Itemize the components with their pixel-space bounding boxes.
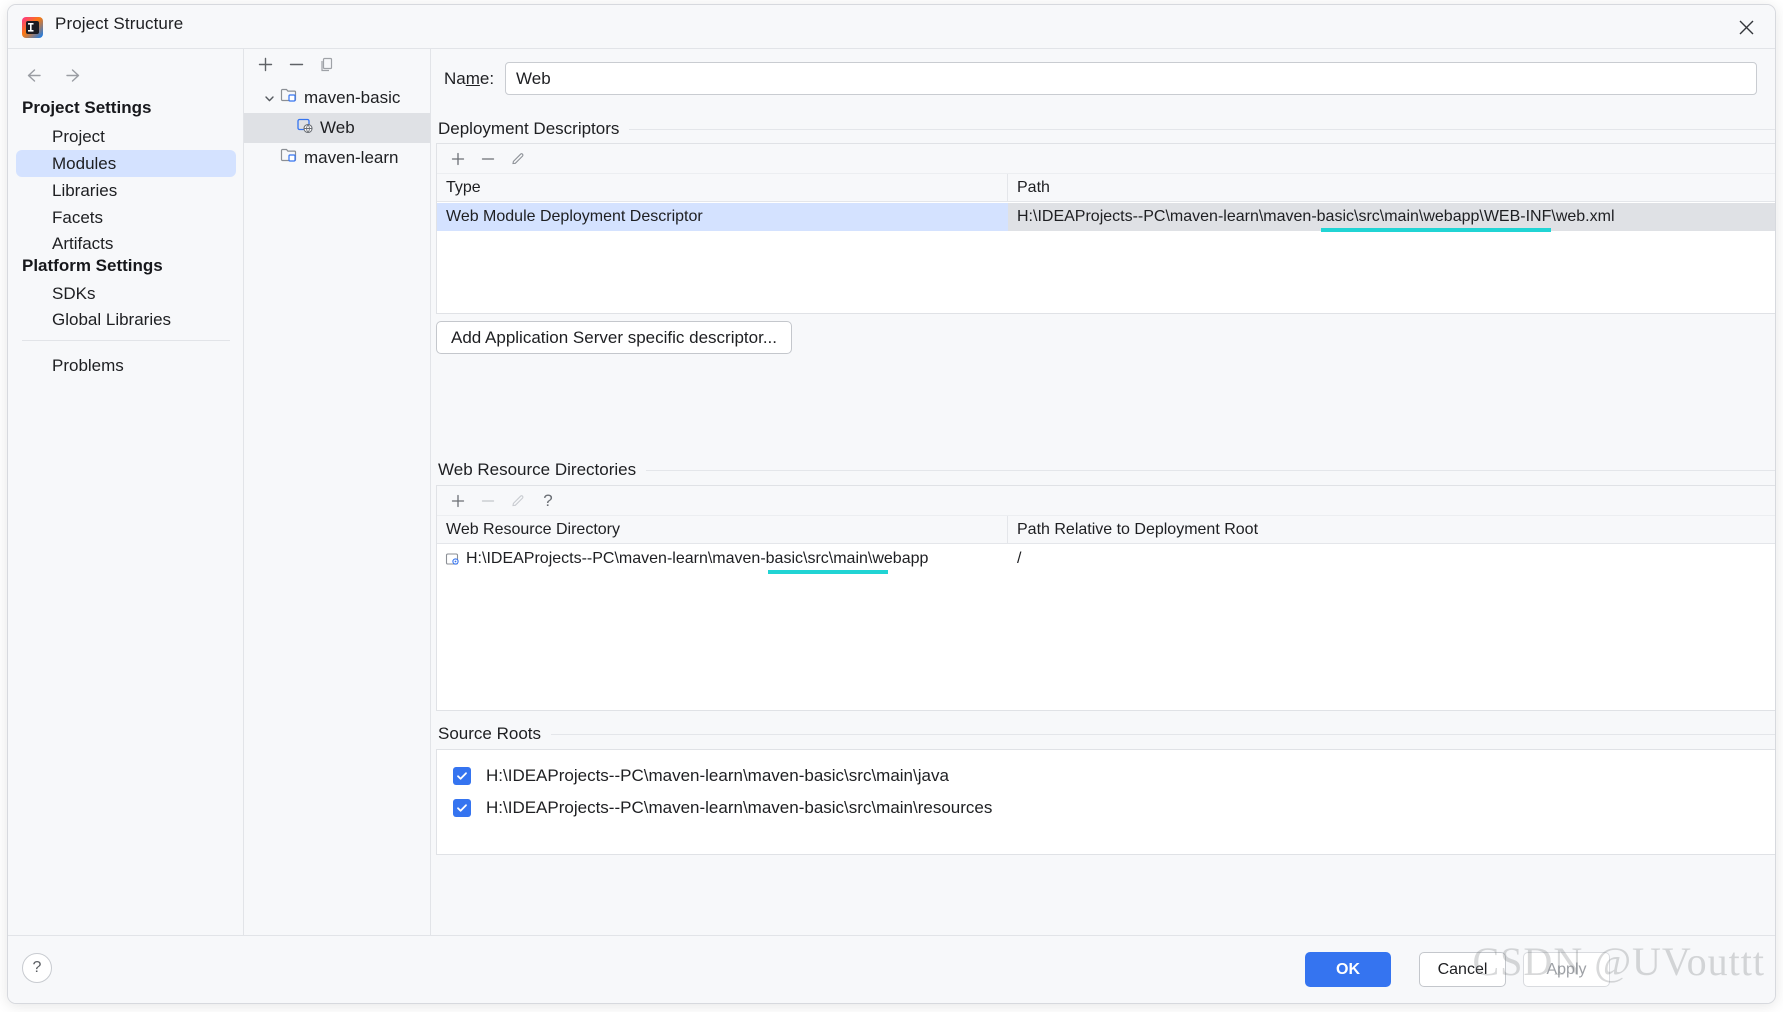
tree-node-maven-learn[interactable]: maven-learn bbox=[244, 143, 430, 173]
table-row[interactable]: Web Module Deployment Descriptor H:\IDEA… bbox=[437, 203, 1775, 231]
tree-node-web[interactable]: Web bbox=[244, 113, 430, 143]
add-module-button[interactable] bbox=[252, 51, 279, 78]
chevron-down-icon[interactable] bbox=[260, 89, 278, 107]
tree-node-label: maven-basic bbox=[304, 88, 401, 107]
column-header-web-resource-directory[interactable]: Web Resource Directory bbox=[437, 516, 1007, 544]
edit-web-resource-button[interactable] bbox=[505, 488, 531, 514]
web-facet-icon bbox=[296, 117, 314, 139]
sidebar-item-problems[interactable]: Problems bbox=[16, 352, 236, 379]
settings-sidebar: Project Settings Project Modules Librari… bbox=[8, 49, 244, 935]
cell-web-resource-directory: H:\IDEAProjects--PC\maven-learn\maven-ba… bbox=[437, 545, 1007, 573]
module-tree-pane: maven-basic Web maven-learn bbox=[244, 49, 431, 935]
heading-rule bbox=[646, 469, 1775, 471]
project-structure-dialog: Project Structure Project Settings Proje… bbox=[7, 4, 1776, 1004]
add-descriptor-button[interactable] bbox=[445, 146, 471, 172]
module-name-input[interactable] bbox=[505, 62, 1757, 95]
sidebar-item-sdks[interactable]: SDKs bbox=[16, 280, 236, 307]
title-bar: Project Structure bbox=[8, 5, 1775, 49]
module-tree-toolbar bbox=[244, 49, 430, 80]
arrow-right-icon[interactable] bbox=[60, 61, 88, 89]
sidebar-group-heading-project-settings: Project Settings bbox=[22, 98, 152, 117]
cell-path: H:\IDEAProjects--PC\maven-learn\maven-ba… bbox=[1008, 203, 1775, 231]
navigation-arrows bbox=[18, 61, 88, 89]
dialog-footer: ? OK Cancel Apply CSDN @UVouttt bbox=[8, 935, 1775, 1003]
deployment-descriptors-heading: Deployment Descriptors bbox=[438, 119, 1775, 139]
remove-module-button[interactable] bbox=[283, 51, 310, 78]
add-web-resource-button[interactable] bbox=[445, 488, 471, 514]
web-resource-directories-header: Web Resource Directory Path Relative to … bbox=[437, 516, 1775, 544]
source-roots-panel: H:\IDEAProjects--PC\maven-learn\maven-ba… bbox=[436, 749, 1775, 855]
column-header-type[interactable]: Type bbox=[437, 174, 1007, 202]
sidebar-group-heading-platform-settings: Platform Settings bbox=[22, 256, 163, 275]
csdn-watermark: CSDN @UVouttt bbox=[1472, 939, 1765, 984]
source-root-label: H:\IDEAProjects--PC\maven-learn\maven-ba… bbox=[486, 766, 949, 785]
sidebar-item-facets[interactable]: Facets bbox=[16, 204, 236, 231]
folder-module-icon bbox=[445, 552, 460, 566]
sidebar-item-artifacts[interactable]: Artifacts bbox=[16, 230, 236, 257]
deployment-descriptors-toolbar bbox=[437, 144, 1775, 174]
cell-type: Web Module Deployment Descriptor bbox=[446, 208, 703, 225]
tree-node-label: Web bbox=[320, 118, 355, 137]
remove-web-resource-button[interactable] bbox=[475, 488, 501, 514]
web-resource-directories-heading: Web Resource Directories bbox=[438, 460, 1775, 480]
sidebar-item-project[interactable]: Project bbox=[16, 123, 236, 150]
window-title: Project Structure bbox=[55, 14, 184, 33]
remove-descriptor-button[interactable] bbox=[475, 146, 501, 172]
add-application-server-descriptor-button[interactable]: Add Application Server specific descript… bbox=[436, 321, 792, 354]
table-row[interactable]: H:\IDEAProjects--PC\maven-learn\maven-ba… bbox=[437, 545, 1775, 573]
tree-node-maven-basic[interactable]: maven-basic bbox=[244, 83, 430, 113]
column-header-path[interactable]: Path bbox=[1008, 174, 1775, 202]
source-root-item[interactable]: H:\IDEAProjects--PC\maven-learn\maven-ba… bbox=[437, 792, 1775, 824]
sidebar-item-global-libraries[interactable]: Global Libraries bbox=[16, 306, 236, 333]
checkbox-checked-icon[interactable] bbox=[453, 799, 471, 817]
help-web-resource-button[interactable]: ? bbox=[535, 488, 561, 514]
deployment-descriptors-header: Type Path bbox=[437, 174, 1775, 202]
highlight-underline-descriptor-path bbox=[1321, 228, 1551, 232]
close-icon[interactable] bbox=[1723, 5, 1769, 49]
deployment-descriptors-title: Deployment Descriptors bbox=[438, 119, 620, 138]
web-resource-directories-title: Web Resource Directories bbox=[438, 460, 637, 479]
sidebar-item-libraries[interactable]: Libraries bbox=[16, 177, 236, 204]
heading-rule bbox=[629, 128, 1775, 130]
question-mark-icon: ? bbox=[543, 490, 553, 510]
module-name-label: Name: bbox=[444, 69, 495, 88]
heading-rule bbox=[551, 733, 1775, 735]
web-resource-directories-panel: ? Web Resource Directory Path Relative t… bbox=[436, 485, 1775, 711]
arrow-left-icon[interactable] bbox=[18, 61, 46, 89]
web-resource-directories-toolbar: ? bbox=[437, 486, 1775, 516]
module-name-row: Name: bbox=[438, 62, 1771, 95]
tree-node-label: maven-learn bbox=[304, 148, 399, 167]
sidebar-item-modules[interactable]: Modules bbox=[16, 150, 236, 177]
cancel-button[interactable]: Cancel bbox=[1419, 952, 1506, 987]
deployment-descriptors-panel: Type Path Web Module Deployment Descript… bbox=[436, 143, 1775, 314]
module-folder-icon bbox=[280, 87, 298, 109]
cell-text: H:\IDEAProjects--PC\maven-learn\maven-ba… bbox=[466, 550, 929, 567]
column-header-path-relative[interactable]: Path Relative to Deployment Root bbox=[1008, 516, 1775, 544]
source-roots-heading: Source Roots bbox=[438, 724, 1775, 744]
module-tree-rows: maven-basic Web maven-learn bbox=[244, 83, 430, 173]
source-roots-title: Source Roots bbox=[438, 724, 541, 743]
help-button[interactable]: ? bbox=[22, 953, 52, 983]
edit-descriptor-button[interactable] bbox=[505, 146, 531, 172]
source-root-label: H:\IDEAProjects--PC\maven-learn\maven-ba… bbox=[486, 798, 993, 817]
module-folder-icon bbox=[280, 147, 298, 169]
intellij-idea-icon bbox=[22, 17, 43, 38]
source-root-item[interactable]: H:\IDEAProjects--PC\maven-learn\maven-ba… bbox=[437, 760, 1775, 792]
copy-module-button[interactable] bbox=[314, 51, 341, 78]
ok-button[interactable]: OK bbox=[1305, 952, 1391, 987]
sidebar-divider bbox=[22, 340, 230, 341]
apply-button[interactable]: Apply bbox=[1523, 952, 1610, 987]
highlight-underline-webapp bbox=[768, 570, 888, 574]
checkbox-checked-icon[interactable] bbox=[453, 767, 471, 785]
cell-path-relative: / bbox=[1017, 550, 1022, 567]
module-settings-panel: Name: Deployment Descriptors bbox=[432, 49, 1775, 935]
